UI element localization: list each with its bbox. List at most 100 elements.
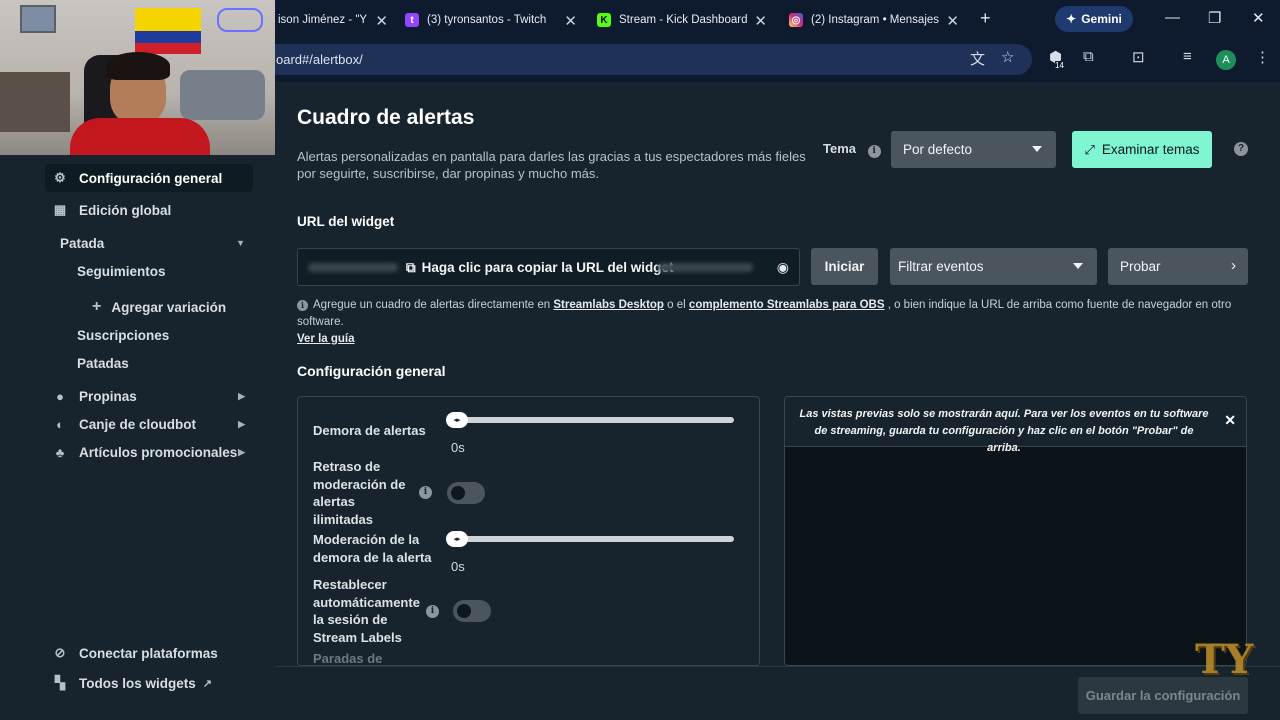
start-button[interactable]: Iniciar <box>811 248 878 285</box>
close-icon[interactable]: ✕ <box>1224 412 1236 429</box>
main-content: Cuadro de alertas Alertas personalizadas… <box>275 82 1280 720</box>
copy-url-label-group: ⧉ Haga clic para copiar la URL del widget <box>406 260 673 276</box>
translate-icon[interactable]: 文 <box>970 48 985 69</box>
close-icon[interactable]: ✕ <box>564 12 577 30</box>
sparkle-icon: ✦ <box>1066 12 1077 26</box>
sidebar: ⚙ Configuración general ▦ Edición global… <box>0 155 275 720</box>
obs-plugin-link[interactable]: complemento Streamlabs para OBS <box>689 299 885 311</box>
slider-handle[interactable]: ◂▸ <box>446 412 468 428</box>
info-icon[interactable]: i <box>419 486 432 499</box>
channel-logo-watermark: TY <box>1195 636 1254 683</box>
sidebar-item-label: Todos los widgets <box>79 675 196 691</box>
profile-avatar[interactable]: A <box>1216 50 1236 70</box>
save-settings-label: Guardar la configuración <box>1085 688 1241 703</box>
sidebar-item-follows[interactable]: Seguimientos <box>77 257 247 285</box>
streamer-hoodie <box>70 118 210 155</box>
alert-moderation-slider[interactable]: ◂▸ <box>446 531 734 547</box>
note-text: Agregue un cuadro de alertas directament… <box>313 299 551 311</box>
start-button-label: Iniciar <box>824 259 865 274</box>
note-text: o el <box>667 299 686 311</box>
widget-url-title: URL del widget <box>297 214 395 229</box>
slider-handle[interactable]: ◂▸ <box>446 531 468 547</box>
alert-delay-slider[interactable]: ◂▸ <box>446 412 734 428</box>
footer-bar: Guardar la configuración <box>275 666 1280 720</box>
close-icon[interactable]: ✕ <box>946 12 959 30</box>
minimize-icon[interactable]: — <box>1165 9 1180 26</box>
window-close-icon[interactable]: ✕ <box>1252 9 1265 27</box>
sidebar-add-variation[interactable]: + Agregar variación <box>92 293 252 321</box>
explore-themes-button[interactable]: ⤢ Examinar temas <box>1072 131 1212 168</box>
reset-session-toggle[interactable] <box>453 600 491 622</box>
sidebar-item-label: Patadas <box>77 355 129 371</box>
star-icon[interactable]: ☆ <box>1001 48 1014 66</box>
sidebar-item-label: Canje de cloudbot <box>79 416 197 432</box>
tab-title: ison Jiménez - "Y <box>278 14 368 26</box>
sidebar-item-general-settings[interactable]: ⚙ Configuración general <box>45 164 253 192</box>
tab-search-icon[interactable]: ⊡ <box>1132 48 1145 66</box>
streamlabs-desktop-link[interactable]: Streamlabs Desktop <box>553 299 664 311</box>
moderation-delay-toggle[interactable] <box>447 482 485 504</box>
close-icon[interactable]: ✕ <box>375 12 388 30</box>
widget-url-field[interactable]: ⧉ Haga clic para copiar la URL del widget… <box>297 248 800 286</box>
info-icon[interactable]: i <box>426 605 439 618</box>
external-link-icon: ↗ <box>202 677 212 690</box>
chevron-right-icon: › <box>1231 257 1236 274</box>
new-tab-icon[interactable]: + <box>980 8 991 29</box>
guide-link[interactable]: Ver la guía <box>297 333 355 345</box>
alert-delay-value: 0s <box>451 440 465 455</box>
info-icon[interactable]: i <box>867 145 881 158</box>
wall-art <box>20 5 56 33</box>
alert-preview-panel: Las vistas previas solo se mostrarán aqu… <box>784 396 1247 666</box>
filter-events-select[interactable]: Filtrar eventos <box>890 248 1097 285</box>
preview-message: Las vistas previas solo se mostrarán aqu… <box>785 397 1246 454</box>
sidebar-item-cloudbot[interactable]: ◐ Canje de cloudbot ▶ <box>52 410 245 438</box>
sidebar-connect-platforms[interactable]: ⊘ Conectar plataformas <box>52 639 252 667</box>
media-icon[interactable]: ≡ <box>1183 48 1192 65</box>
sidebar-item-kick[interactable]: Patada ▼ <box>60 229 245 257</box>
sidebar-item-subscriptions[interactable]: Suscripciones <box>77 321 247 349</box>
widgets-icon: ▚ <box>55 675 65 690</box>
settings-panel: Demora de alertas ◂▸ 0s Retraso de moder… <box>297 396 760 666</box>
eye-icon[interactable]: ◉ <box>777 259 789 276</box>
sidebar-item-merch[interactable]: ♣ Artículos promocionales ▶ <box>52 438 245 466</box>
copy-icon: ⧉ <box>406 260 416 275</box>
browser-tab-twitch[interactable]: t (3) tyronsantos - Twitch ✕ <box>405 6 577 34</box>
moderation-delay-label: Retraso de moderación de alertas ilimita… <box>313 459 406 527</box>
help-icon[interactable]: ? <box>1234 142 1248 156</box>
streamer-hair <box>106 52 170 80</box>
preview-message-text: Las vistas previas solo se mostrarán aqu… <box>799 408 1209 454</box>
gemini-button[interactable]: ✦ Gemini <box>1055 6 1133 32</box>
alert-moderation-label: Moderación de la demora de la alerta <box>313 532 432 565</box>
sidebar-item-global-edit[interactable]: ▦ Edición global <box>52 196 252 224</box>
sidebar-item-label: Patada <box>60 235 105 251</box>
sofa <box>180 70 265 120</box>
chevron-down-icon <box>1032 146 1042 152</box>
sidebar-item-label: Agregar variación <box>111 299 227 315</box>
colombia-flag <box>135 8 201 54</box>
tab-title: Stream - Kick Dashboard <box>619 14 748 26</box>
browser-tab-youtube[interactable]: ison Jiménez - "Y ✕ <box>278 6 388 34</box>
sidebar-item-kicks[interactable]: Patadas <box>77 349 247 377</box>
kick-icon: K <box>597 13 611 27</box>
link-icon: ⊘ <box>54 645 66 660</box>
theme-label: Tema <box>823 141 856 156</box>
test-button-label: Probar <box>1120 259 1161 274</box>
sidebar-item-tips[interactable]: ● Propinas ▶ <box>52 382 245 410</box>
restore-icon[interactable]: ❐ <box>1208 9 1221 27</box>
puzzle-icon[interactable]: ⧉ <box>1083 48 1094 65</box>
browser-tab-kick[interactable]: K Stream - Kick Dashboard ✕ <box>597 6 767 34</box>
browser-tab-instagram[interactable]: ◎ (2) Instagram • Mensajes ✕ <box>789 6 959 34</box>
theme-select[interactable]: Por defecto <box>891 131 1056 168</box>
test-button[interactable]: Probar › <box>1108 248 1248 285</box>
gear-icon: ⚙ <box>54 170 66 185</box>
menu-icon[interactable]: ⋮ <box>1255 48 1270 66</box>
stops-label: Paradas de <box>313 651 383 666</box>
extension-badge: 14 <box>1055 61 1064 70</box>
coins-icon: ● <box>56 388 64 404</box>
close-icon[interactable]: ✕ <box>754 12 767 30</box>
gemini-label: Gemini <box>1081 12 1122 26</box>
explore-themes-label: Examinar temas <box>1101 142 1200 157</box>
address-bar[interactable]: oard#/alertbox/ <box>220 44 1032 75</box>
blurred-url <box>658 263 753 272</box>
sidebar-all-widgets[interactable]: ▚ Todos los widgets ↗ <box>52 669 252 697</box>
